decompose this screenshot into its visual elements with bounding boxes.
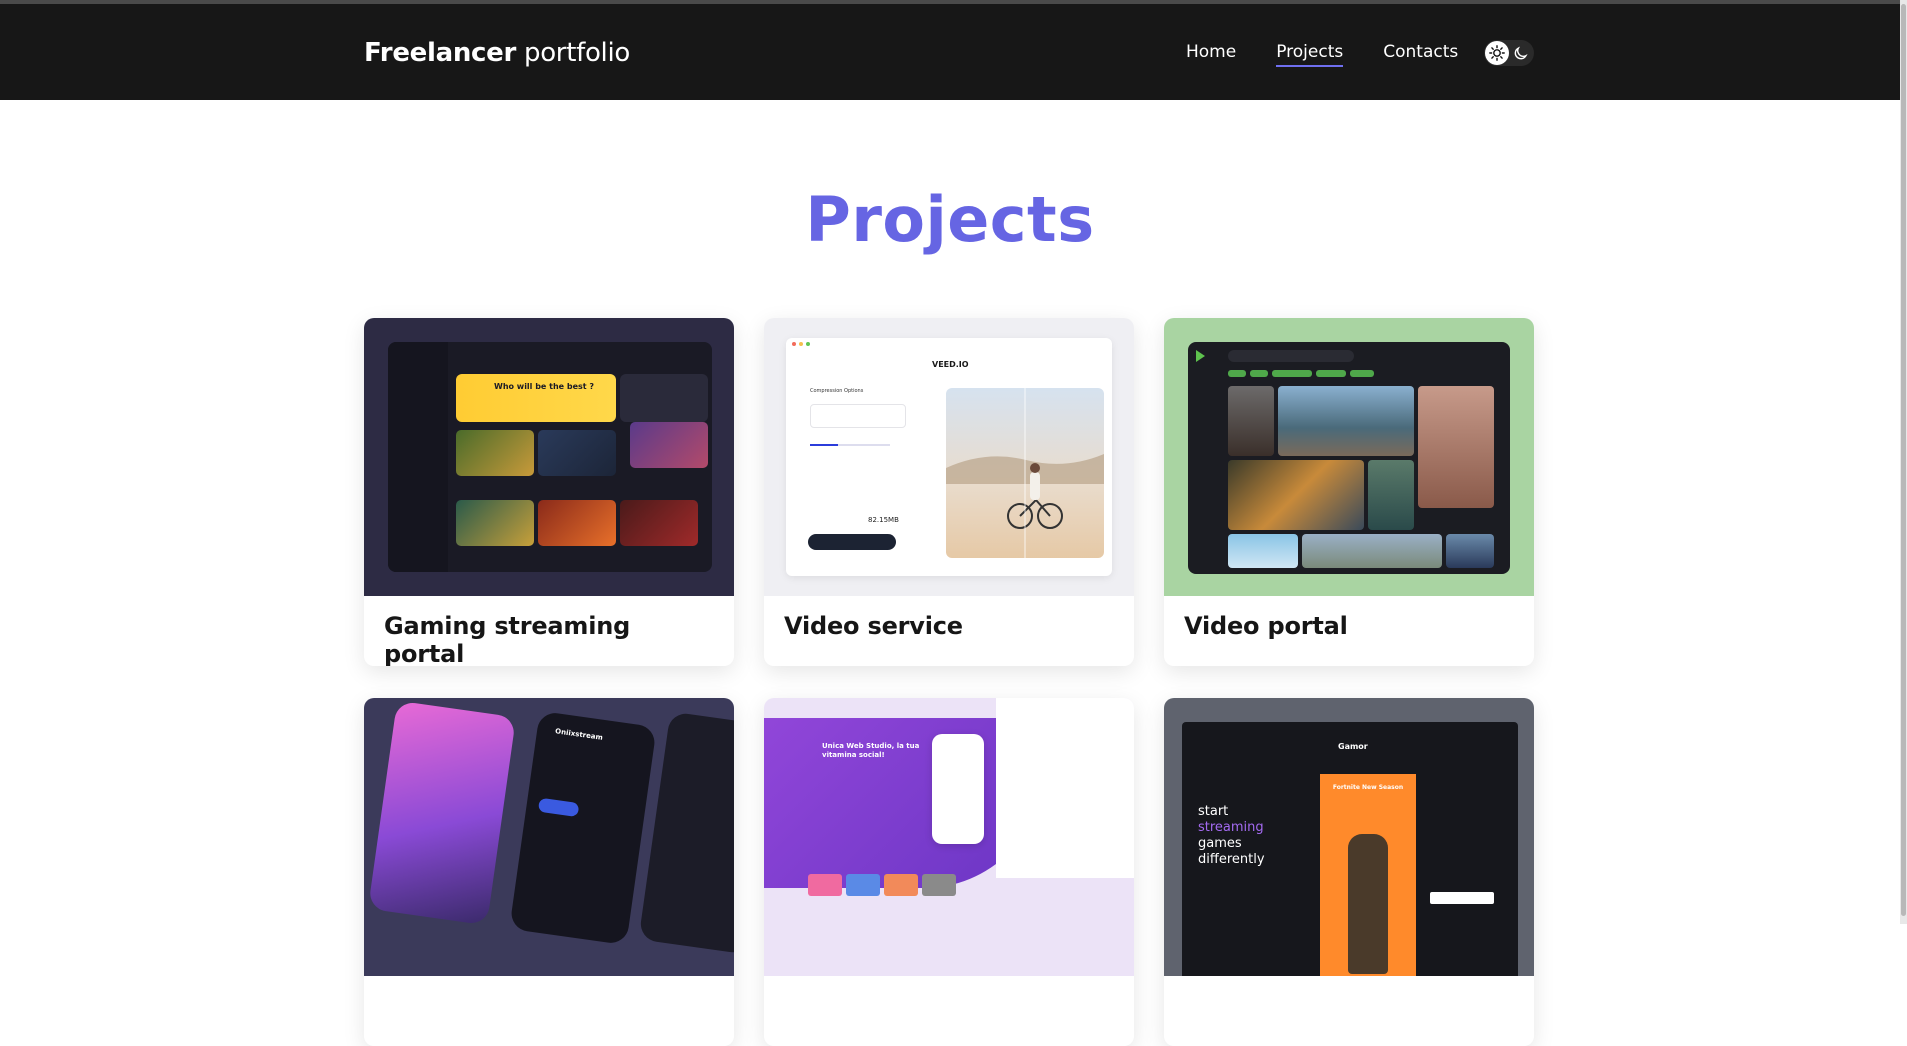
mockup-button bbox=[1430, 892, 1494, 904]
mockup-photo bbox=[1418, 386, 1494, 508]
theme-toggle[interactable] bbox=[1484, 40, 1534, 66]
mockup-headline: start streaming games differently bbox=[1198, 804, 1265, 867]
mockup-photo bbox=[1368, 460, 1414, 530]
mockup-photo bbox=[1228, 534, 1298, 568]
mockup-mini-card bbox=[846, 874, 880, 896]
page-title: Projects bbox=[805, 183, 1095, 256]
project-card-web-studio[interactable]: Unica Web Studio, la tua vitamina social… bbox=[764, 698, 1134, 1046]
logo-bold-text: Freelancer bbox=[364, 38, 517, 68]
mockup-photo bbox=[1302, 534, 1442, 568]
project-title: Gaming streaming portal bbox=[384, 612, 631, 666]
mockup-tile bbox=[630, 422, 708, 468]
project-title bbox=[364, 976, 734, 1046]
nav-home-link[interactable]: Home bbox=[1186, 42, 1236, 67]
mockup-photo bbox=[1446, 534, 1494, 568]
project-card-video-portal[interactable]: Video portal bbox=[1164, 318, 1534, 666]
mockup-mini-card bbox=[884, 874, 918, 896]
mockup-phone bbox=[932, 734, 984, 844]
mockup-mini-card bbox=[922, 874, 956, 896]
site-logo[interactable]: Freelancer portfolio bbox=[364, 38, 630, 68]
project-thumbnail: Gamor start streaming games differently … bbox=[1164, 698, 1534, 976]
mockup-side-panel bbox=[620, 374, 708, 422]
mockup-panel-title: Compression Options bbox=[810, 388, 864, 394]
mockup-photo bbox=[1278, 386, 1414, 456]
mockup-photo bbox=[1228, 386, 1274, 456]
project-card-streaming-app[interactable]: Oniixstream bbox=[364, 698, 734, 1046]
mockup-page bbox=[996, 698, 1134, 878]
mockup-tile bbox=[456, 430, 534, 476]
mockup-brand: Gamor bbox=[1338, 742, 1368, 751]
mockup-hero-banner: Who will be the best ? bbox=[456, 374, 616, 422]
project-thumbnail: Who will be the best ? bbox=[364, 318, 734, 596]
mockup-tile bbox=[538, 500, 616, 546]
moon-icon bbox=[1509, 41, 1533, 65]
project-title bbox=[1164, 976, 1534, 1046]
mockup-heading: Unica Web Studio, la tua vitamina social… bbox=[822, 742, 920, 759]
project-card-gaming-streaming[interactable]: Who will be the best ? Gaming streaming … bbox=[364, 318, 734, 666]
mockup-phone bbox=[367, 700, 517, 926]
mockup-tags bbox=[1228, 370, 1374, 377]
mockup-hero-text: Who will be the best ? bbox=[494, 382, 595, 391]
project-thumbnail: Oniixstream bbox=[364, 698, 734, 976]
play-icon bbox=[1196, 350, 1205, 362]
mockup-search bbox=[1228, 350, 1354, 362]
mockup-mini-card bbox=[808, 874, 842, 896]
mockup-field bbox=[810, 404, 906, 428]
mockup-tile bbox=[620, 500, 698, 546]
project-thumbnail bbox=[1164, 318, 1534, 596]
mockup-slider bbox=[810, 444, 890, 446]
project-title: Video service bbox=[784, 612, 963, 640]
nav-projects-link[interactable]: Projects bbox=[1276, 42, 1344, 67]
mockup-tile bbox=[538, 430, 616, 476]
site-header: Freelancer portfolio Home Projects Conta… bbox=[0, 4, 1900, 100]
mockup-size: 82.15MB bbox=[868, 516, 899, 524]
mockup-photo bbox=[1228, 460, 1364, 530]
thumbnail-mockup: Gamor start streaming games differently … bbox=[1182, 722, 1518, 976]
project-thumbnail: VEED.IO Compression Options 82.15MB bbox=[764, 318, 1134, 596]
window-dots bbox=[792, 342, 810, 346]
mockup-brand: VEED.IO bbox=[932, 360, 969, 369]
project-card-video-service[interactable]: VEED.IO Compression Options 82.15MB Vide… bbox=[764, 318, 1134, 666]
project-title bbox=[764, 976, 1134, 1046]
nav-contacts-link[interactable]: Contacts bbox=[1383, 42, 1458, 67]
mockup-promo: Fortnite New Season bbox=[1320, 774, 1416, 976]
project-card-gamor[interactable]: Gamor start streaming games differently … bbox=[1164, 698, 1534, 1046]
project-title: Video portal bbox=[1184, 612, 1348, 640]
main-nav: Home Projects Contacts bbox=[1186, 42, 1458, 67]
project-thumbnail: Unica Web Studio, la tua vitamina social… bbox=[764, 698, 1134, 976]
thumbnail-mockup bbox=[1188, 342, 1510, 574]
logo-light-text: portfolio bbox=[524, 38, 631, 68]
mockup-brand: Oniixstream bbox=[554, 727, 604, 742]
thumbnail-mockup: VEED.IO Compression Options 82.15MB bbox=[786, 338, 1112, 576]
mockup-sidebar bbox=[388, 342, 448, 572]
mockup-pill bbox=[537, 797, 580, 818]
mockup-character bbox=[1348, 834, 1388, 974]
mockup-phone: Oniixstream bbox=[509, 710, 657, 946]
mockup-button bbox=[808, 534, 896, 550]
sun-icon bbox=[1485, 41, 1509, 65]
mockup-promo-title: Fortnite New Season bbox=[1332, 784, 1404, 791]
thumbnail-mockup: Who will be the best ? bbox=[388, 342, 712, 572]
mockup-photo bbox=[946, 388, 1104, 558]
mockup-tile bbox=[456, 500, 534, 546]
page-scrollbar-thumb[interactable] bbox=[1901, 4, 1906, 916]
